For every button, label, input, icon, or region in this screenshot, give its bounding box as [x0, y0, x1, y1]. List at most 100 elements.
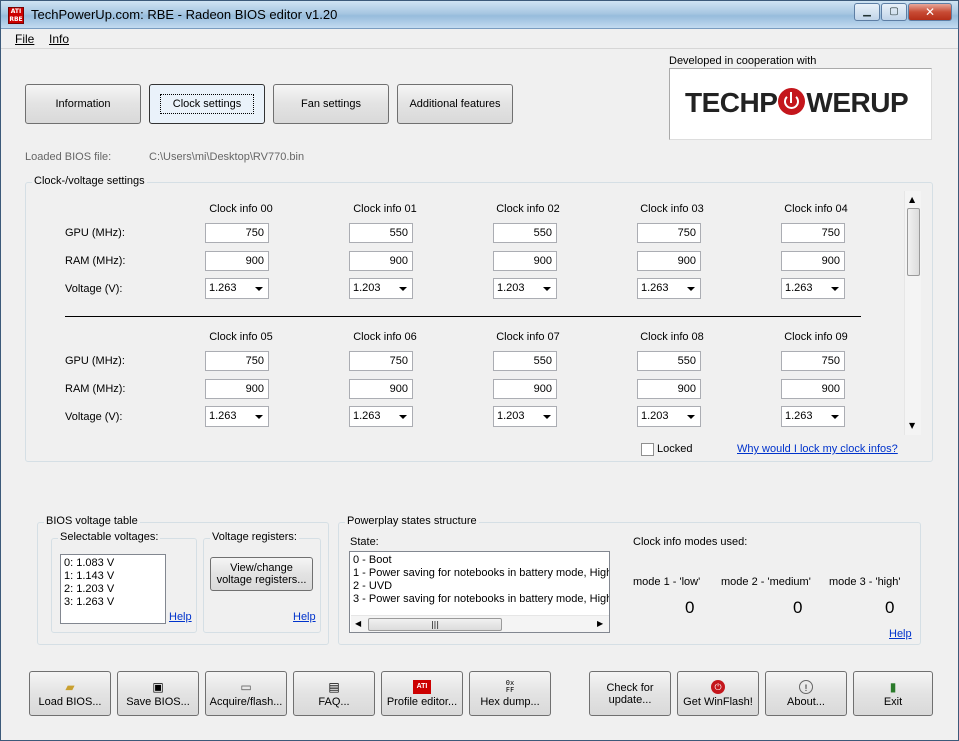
gpu-clock-input[interactable]: 750 [781, 223, 845, 243]
voltage-dropdown[interactable]: 1.263 [349, 406, 413, 427]
voltage-value: 1.263 [641, 282, 669, 294]
powerplay-help-link[interactable]: Help [889, 628, 912, 640]
check-update-button[interactable]: Check for update... [589, 671, 671, 716]
hex-dump-button[interactable]: 0x FF Hex dump... [469, 671, 551, 716]
gpu-clock-input[interactable]: 550 [493, 351, 557, 371]
voltage-dropdown[interactable]: 1.203 [349, 278, 413, 299]
ram-clock-input[interactable]: 900 [493, 251, 557, 271]
list-item[interactable]: 0: 1.083 V [61, 557, 165, 570]
ram-clock-input[interactable]: 900 [205, 251, 269, 271]
list-item[interactable]: 3: 1.263 V [61, 596, 165, 609]
tab-clock-settings-label: Clock settings [159, 94, 255, 114]
tab-clock-settings[interactable]: Clock settings [149, 84, 265, 124]
lock-info-link[interactable]: Why would I lock my clock infos? [737, 443, 898, 455]
menu-info[interactable]: Info [49, 32, 69, 46]
chevron-down-icon [399, 287, 407, 291]
acquire-flash-button[interactable]: ▭ Acquire/flash... [205, 671, 287, 716]
tab-additional-features[interactable]: Additional features [397, 84, 513, 124]
gpu-clock-input[interactable]: 750 [205, 351, 269, 371]
voltage-dropdown[interactable]: 1.203 [637, 406, 701, 427]
voltage-value: 1.203 [641, 410, 669, 422]
voltage-label: Voltage (V): [65, 283, 123, 295]
registers-help-link[interactable]: Help [293, 611, 316, 623]
close-button[interactable]: ✕ [908, 3, 952, 21]
tab-information[interactable]: Information [25, 84, 141, 124]
about-label: About... [787, 696, 825, 708]
button-label-line1: View/change [230, 562, 293, 574]
list-item[interactable]: 2: 1.203 V [61, 583, 165, 596]
ram-clock-input[interactable]: 900 [637, 379, 701, 399]
chevron-down-icon [255, 415, 263, 419]
profile-editor-button[interactable]: ATI Profile editor... [381, 671, 463, 716]
gpu-clock-input[interactable]: 750 [349, 351, 413, 371]
gpu-clock-input[interactable]: 550 [349, 223, 413, 243]
load-bios-button[interactable]: ▰ Load BIOS... [29, 671, 111, 716]
clock-info-header: Clock info 01 [353, 203, 417, 215]
chip-icon: ▭ [240, 680, 252, 694]
ram-clock-input[interactable]: 900 [349, 251, 413, 271]
ram-clock-input[interactable]: 900 [349, 379, 413, 399]
ram-clock-input[interactable]: 900 [205, 379, 269, 399]
hex-icon: 0x FF [505, 679, 515, 694]
scrollbar-thumb[interactable]: ||| [368, 618, 502, 631]
states-horizontal-scrollbar[interactable]: ◀ ||| ▶ [351, 615, 609, 632]
techpowerup-logo[interactable]: TECHP WERUP [669, 68, 932, 140]
minimize-button[interactable]: ▁ [854, 3, 880, 21]
voltage-value: 1.263 [785, 282, 813, 294]
clock-info-header: Clock info 06 [353, 331, 417, 343]
list-item[interactable]: 3 - Power saving for notebooks in batter… [350, 593, 609, 606]
gpu-clock-input[interactable]: 750 [637, 223, 701, 243]
ram-clock-input[interactable]: 900 [637, 251, 701, 271]
voltage-dropdown[interactable]: 1.203 [493, 278, 557, 299]
gpu-clock-input[interactable]: 550 [637, 351, 701, 371]
list-item[interactable]: 2 - UVD [350, 580, 609, 593]
list-item[interactable]: 1: 1.143 V [61, 570, 165, 583]
voltage-dropdown[interactable]: 1.203 [493, 406, 557, 427]
gpu-clock-input[interactable]: 550 [493, 223, 557, 243]
voltages-listbox[interactable]: 0: 1.083 V 1: 1.143 V 2: 1.203 V 3: 1.26… [60, 554, 166, 624]
maximize-button[interactable]: ▢ [881, 3, 907, 21]
clock-info-header: Clock info 07 [496, 331, 560, 343]
ram-clock-input[interactable]: 900 [781, 251, 845, 271]
voltage-dropdown[interactable]: 1.263 [205, 406, 269, 427]
scroll-right-icon[interactable]: ▶ [597, 619, 603, 628]
voltage-dropdown[interactable]: 1.263 [637, 278, 701, 299]
document-icon: ▤ [328, 680, 340, 694]
get-winflash-button[interactable]: ⏻ Get WinFlash! [677, 671, 759, 716]
ati-rbe-icon: ATI RBE [8, 7, 24, 24]
title-bar[interactable]: ATI RBE TechPowerUp.com: RBE - Radeon BIO… [1, 1, 958, 29]
menu-file[interactable]: File [15, 32, 34, 46]
mode-count: 0 [793, 598, 803, 617]
list-item[interactable]: 1 - Power saving for notebooks in batter… [350, 567, 609, 580]
faq-button[interactable]: ▤ FAQ... [293, 671, 375, 716]
scroll-up-icon[interactable]: ▲ [909, 195, 915, 204]
exit-button[interactable]: ▮ Exit [853, 671, 933, 716]
acquire-flash-label: Acquire/flash... [209, 696, 283, 708]
power-icon [778, 88, 806, 115]
locked-checkbox[interactable] [641, 443, 654, 456]
chevron-down-icon [831, 415, 839, 419]
ram-clock-input[interactable]: 900 [493, 379, 557, 399]
hex-dump-label: Hex dump... [480, 696, 540, 708]
scrollbar-thumb[interactable] [907, 208, 920, 276]
voltage-value: 1.203 [497, 282, 525, 294]
voltage-dropdown[interactable]: 1.263 [781, 278, 845, 299]
gpu-clock-input[interactable]: 750 [205, 223, 269, 243]
tab-fan-settings[interactable]: Fan settings [273, 84, 389, 124]
clock-info-header: Clock info 04 [784, 203, 848, 215]
voltages-help-link[interactable]: Help [169, 611, 192, 623]
ram-clock-input[interactable]: 900 [781, 379, 845, 399]
voltage-dropdown[interactable]: 1.263 [205, 278, 269, 299]
list-item[interactable]: 0 - Boot [350, 554, 609, 567]
view-voltage-registers-button[interactable]: View/change voltage registers... [210, 557, 313, 591]
about-button[interactable]: ! About... [765, 671, 847, 716]
chevron-down-icon [687, 287, 695, 291]
clock-vertical-scrollbar[interactable]: ▲ ▼ [904, 191, 921, 435]
gpu-clock-input[interactable]: 750 [781, 351, 845, 371]
voltage-dropdown[interactable]: 1.263 [781, 406, 845, 427]
scroll-left-icon[interactable]: ◀ [355, 619, 361, 628]
save-bios-button[interactable]: ▣ Save BIOS... [117, 671, 199, 716]
chevron-down-icon [543, 415, 551, 419]
scroll-down-icon[interactable]: ▼ [909, 421, 915, 430]
window-title: TechPowerUp.com: RBE - Radeon BIOS edito… [31, 7, 338, 22]
